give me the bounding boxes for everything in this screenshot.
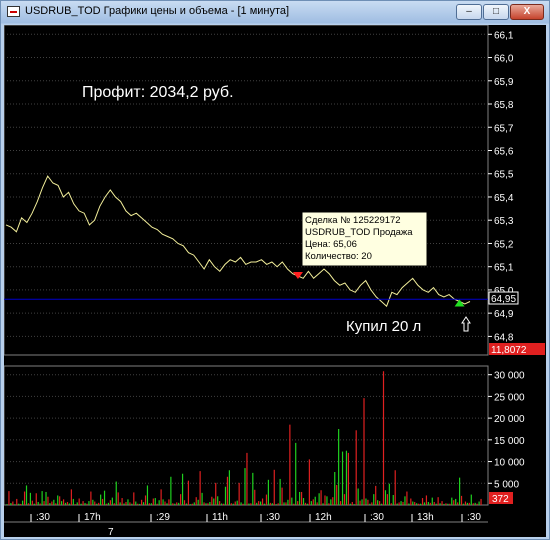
tooltip-line-side: USDRUB_TOD Продажа — [305, 227, 413, 238]
price-tick-label: 65,5 — [494, 170, 514, 181]
volume-plot-frame — [4, 365, 489, 506]
volume-axis: 30 000 25 000 20 000 15 000 10 000 5 000 — [488, 371, 525, 490]
bought-label: Купил 20 л — [346, 318, 421, 335]
time-axis-lower-label: 7 — [108, 527, 114, 537]
volume-tick-label: 30 000 — [494, 371, 525, 382]
current-price-value: 64,95 — [491, 294, 516, 305]
tooltip-line-price: Цена: 65,06 — [305, 239, 357, 250]
time-tick-label: :30 — [36, 512, 50, 523]
price-tick-label: 66,1 — [494, 30, 514, 41]
minimize-button[interactable]: ‒ — [456, 4, 482, 20]
price-tick-label: 66,0 — [494, 54, 514, 65]
volume-tick-label: 20 000 — [494, 414, 525, 425]
tooltip-line-qty: Количество: 20 — [305, 251, 372, 262]
chart-area[interactable]: 66,1 66,0 65,9 65,8 65,7 65,6 65,5 65,4 65,3 65,2… — [4, 25, 546, 537]
price-tick-label: 65,1 — [494, 263, 514, 274]
time-tick-label: 11h — [212, 512, 228, 523]
current-volume-value: 372 — [492, 494, 509, 505]
price-tick-label: 65,7 — [494, 123, 514, 134]
volume-tick-label: 10 000 — [494, 458, 525, 469]
chart-app-icon — [7, 6, 20, 17]
profit-label: Профит: 2034,2 руб. — [82, 84, 234, 101]
bottom-value-text: 11,8072 — [491, 345, 527, 356]
time-tick-label: 13h — [417, 512, 434, 523]
window-title: USDRUB_TOD Графики цены и объема - [1 ми… — [25, 5, 290, 17]
time-tick-label: 12h — [315, 512, 332, 523]
price-tick-label: 65,2 — [494, 239, 514, 250]
volume-tick-label: 25 000 — [494, 392, 525, 403]
chart-canvas[interactable]: 66,1 66,0 65,9 65,8 65,7 65,6 65,5 65,4 65,3 65,2… — [4, 25, 546, 537]
bottom-value-tag: 11,8072 — [489, 343, 545, 356]
time-tick-label: :30 — [266, 512, 280, 523]
maximize-button[interactable]: □ — [483, 4, 509, 20]
price-tick-label: 65,8 — [494, 100, 514, 111]
time-tick-label: :30 — [370, 512, 384, 523]
time-tick-label: 17h — [84, 512, 101, 523]
time-tick-label: :30 — [467, 512, 481, 523]
tooltip-line-deal: Сделка № 125229172 — [305, 215, 401, 226]
price-tick-label: 64,9 — [494, 309, 514, 320]
volume-tick-label: 15 000 — [494, 436, 525, 447]
price-tick-label: 64,8 — [494, 332, 514, 343]
close-button[interactable]: X — [510, 4, 544, 20]
price-tick-label: 65,3 — [494, 216, 514, 227]
time-tick-label: :29 — [156, 512, 170, 523]
title-bar[interactable]: USDRUB_TOD Графики цены и объема - [1 ми… — [1, 1, 549, 23]
current-volume-tag: 372 — [489, 492, 513, 505]
volume-tick-label: 5 000 — [494, 479, 519, 490]
chart-window: USDRUB_TOD Графики цены и объема - [1 ми… — [0, 0, 550, 540]
price-plot-frame — [4, 25, 489, 356]
price-tick-label: 65,4 — [494, 193, 514, 204]
trade-tooltip: Сделка № 125229172 USDRUB_TOD Продажа Це… — [301, 211, 428, 267]
current-price-tag: 64,95 — [488, 291, 519, 305]
price-tick-label: 65,6 — [494, 146, 514, 157]
price-tick-label: 65,9 — [494, 77, 514, 88]
